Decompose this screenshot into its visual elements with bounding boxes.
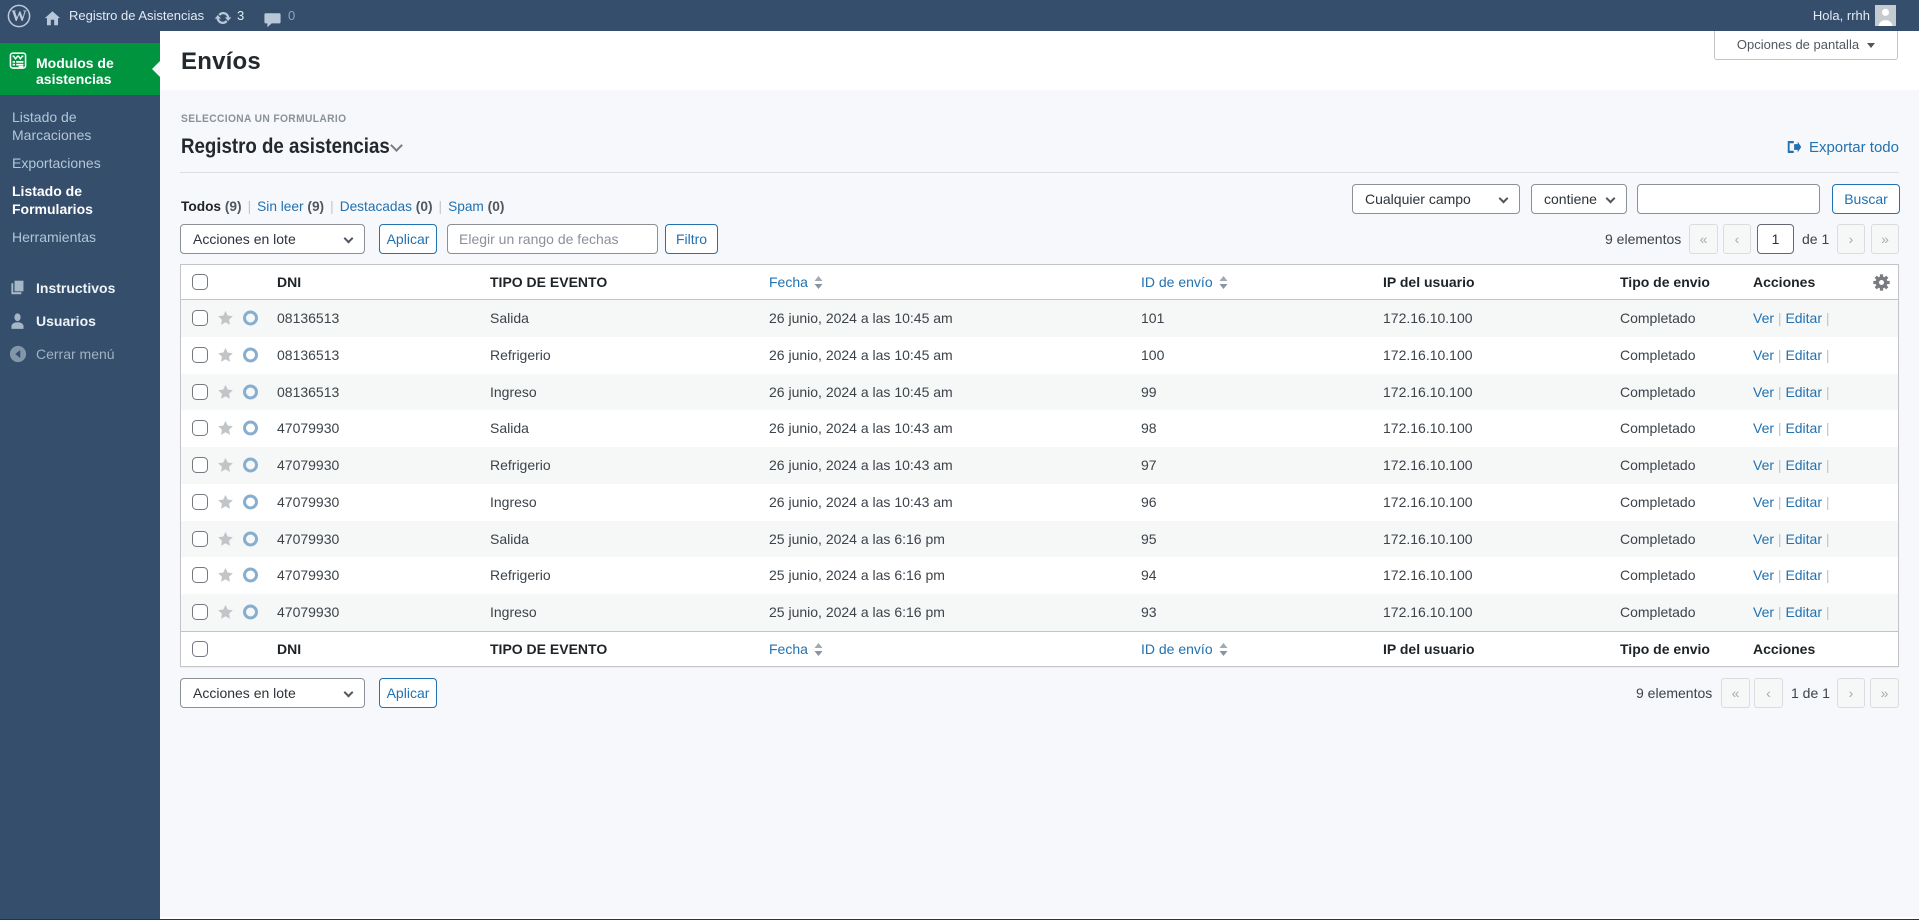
svg-text:W: W [11,8,27,25]
